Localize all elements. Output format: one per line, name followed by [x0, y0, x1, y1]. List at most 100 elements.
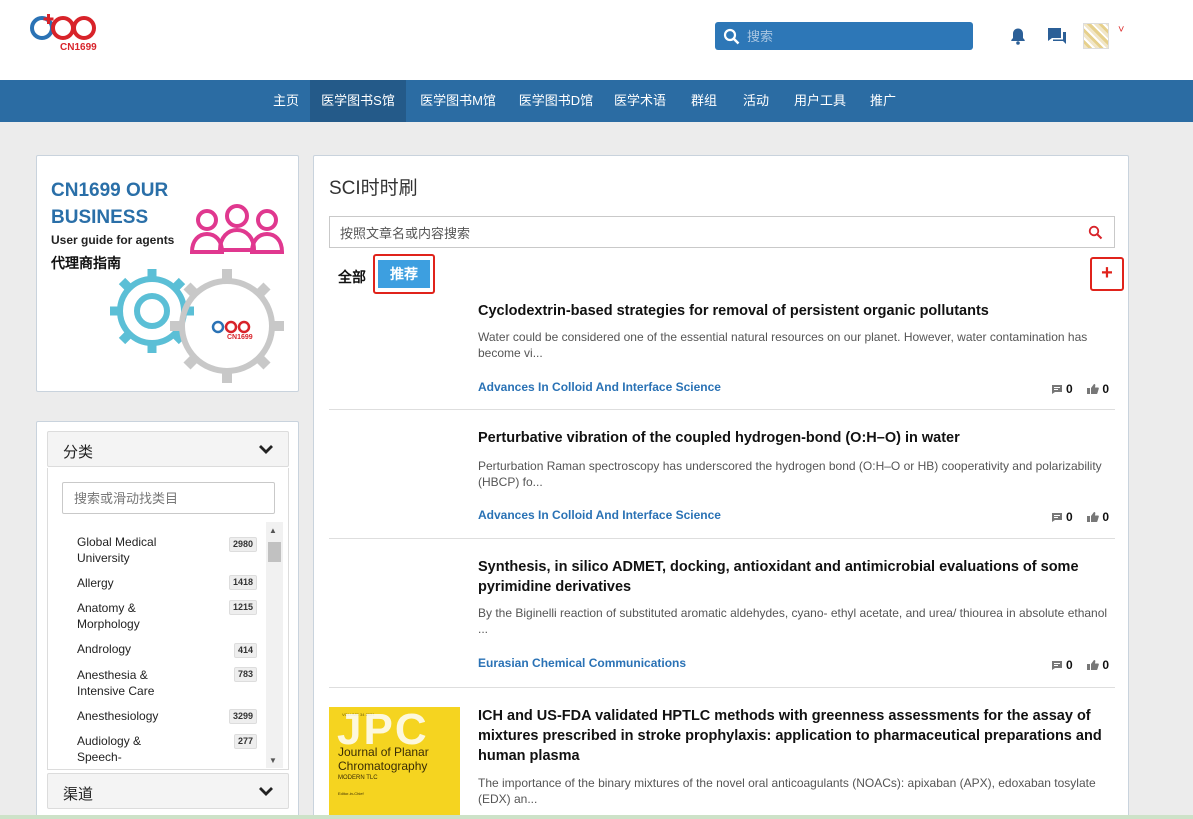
journal-cover-image[interactable]: VOLUME 34 2021 JPC Journal of Planar Chr…: [329, 707, 460, 819]
comment-count: 0: [1065, 658, 1073, 672]
article-title[interactable]: ICH and US-FDA validated HPTLC methods w…: [478, 706, 1114, 766]
category-item[interactable]: Anatomy & Morphology 1215: [77, 600, 257, 632]
comment-icon[interactable]: [1051, 512, 1063, 523]
category-panel: 分类 Global Medical University 2980 Allerg…: [36, 421, 299, 819]
page-bottom-edge: [0, 815, 1193, 819]
agent-guide-banner[interactable]: CN1699 OUR BUSINESS User guide for agent…: [36, 155, 299, 392]
article-title[interactable]: Perturbative vibration of the coupled hy…: [478, 428, 1114, 448]
search-icon[interactable]: [1088, 225, 1103, 240]
category-name: Audiology & Speech-: [77, 734, 142, 764]
article-item[interactable]: VOLUME 34 2021 JPC Journal of Planar Chr…: [329, 688, 1115, 819]
category-name: Anatomy & Morphology: [77, 601, 140, 631]
add-button[interactable]: +: [1092, 262, 1122, 285]
chat-icon[interactable]: [1047, 27, 1067, 45]
nav-promote[interactable]: 推广: [858, 80, 908, 122]
comment-icon[interactable]: [1051, 660, 1063, 671]
article-source[interactable]: Eurasian Chemical Communications: [478, 656, 686, 670]
article-source[interactable]: Advances In Colloid And Interface Scienc…: [478, 508, 721, 522]
article-item[interactable]: Synthesis, in silico ADMET, docking, ant…: [329, 539, 1115, 688]
category-body: Global Medical University 2980 Allergy 1…: [47, 468, 289, 770]
category-title: 分类: [63, 444, 94, 461]
channel-title: 渠道: [63, 786, 94, 803]
tab-recommend-highlight: 推荐: [373, 254, 435, 294]
category-scrollbar[interactable]: ▲ ▼: [266, 522, 283, 768]
like-count: 0: [1102, 382, 1109, 396]
article-item[interactable]: Perturbative vibration of the coupled hy…: [329, 410, 1115, 539]
top-bar: CN1699 ˅: [0, 0, 1193, 80]
article-item[interactable]: Cyclodextrin-based strategies for remova…: [329, 296, 1115, 410]
avatar[interactable]: [1083, 23, 1109, 49]
add-button-highlight: +: [1090, 257, 1124, 291]
nav-groups[interactable]: 群组: [680, 80, 728, 122]
article-source[interactable]: Advances In Colloid And Interface Scienc…: [478, 380, 721, 394]
banner-title-line1: CN1699 OUR: [51, 180, 169, 201]
article-title[interactable]: Cyclodextrin-based strategies for remova…: [478, 301, 1114, 321]
category-search-input[interactable]: [62, 482, 275, 514]
site-logo[interactable]: CN1699: [30, 12, 110, 58]
category-count-badge: 277: [233, 734, 257, 749]
chevron-down-icon[interactable]: [258, 785, 274, 797]
banner-logo-text: CN1699: [227, 334, 253, 341]
category-name: Allergy: [77, 576, 114, 590]
category-name: Anesthesiology: [77, 709, 159, 723]
nav-library-m[interactable]: 医学图书M馆: [410, 80, 506, 122]
category-name: Andrology: [77, 642, 132, 656]
nav-events[interactable]: 活动: [732, 80, 780, 122]
article-title[interactable]: Synthesis, in silico ADMET, docking, ant…: [478, 557, 1114, 597]
article-stats: 0 0: [1051, 382, 1109, 396]
category-name: Anesthesia & Intensive Care: [77, 668, 155, 698]
category-list[interactable]: Global Medical University 2980 Allergy 1…: [48, 522, 278, 768]
cover-title: Journal of Planar Chromatography: [338, 745, 429, 773]
category-item[interactable]: Andrology 414: [77, 641, 257, 658]
tab-all[interactable]: 全部: [338, 267, 366, 287]
chevron-down-icon[interactable]: ˅: [1118, 24, 1124, 36]
scroll-up-icon[interactable]: ▲: [269, 526, 277, 535]
banner-title-line2: BUSINESS: [51, 207, 149, 228]
scrollbar-thumb[interactable]: [268, 542, 281, 562]
category-count-badge: 2980: [228, 537, 257, 552]
thumbs-up-icon[interactable]: [1086, 383, 1099, 395]
search-icon[interactable]: [723, 28, 740, 45]
nav-medical-terms[interactable]: 医学术语: [604, 80, 676, 122]
global-search-input[interactable]: [747, 25, 967, 47]
scroll-down-icon[interactable]: ▼: [269, 756, 277, 765]
category-count-badge: 1215: [228, 600, 257, 615]
category-item[interactable]: Anesthesia & Intensive Care 783: [77, 667, 257, 699]
article-abstract: Perturbation Raman spectroscopy has unde…: [478, 459, 1102, 489]
thumbs-up-icon[interactable]: [1086, 659, 1099, 671]
nav-user-tools[interactable]: 用户工具: [784, 80, 856, 122]
logo-circles-icon: [30, 14, 96, 40]
category-item[interactable]: Anesthesiology 3299: [77, 708, 257, 724]
gears-icon: [110, 269, 284, 383]
chevron-down-icon[interactable]: [258, 443, 274, 455]
page-title: SCI时时刷: [329, 178, 418, 199]
category-item[interactable]: Audiology & Speech- 277: [77, 733, 257, 765]
category-item[interactable]: Global Medical University 2980: [77, 534, 257, 566]
comment-count: 0: [1065, 382, 1073, 396]
sci-feed-panel: SCI时时刷 全部 推荐 + Cyclodextrin-based strate…: [313, 155, 1129, 819]
channel-accordion-header[interactable]: 渠道: [47, 773, 289, 809]
global-search[interactable]: [715, 22, 973, 50]
nav-library-d[interactable]: 医学图书D馆: [508, 80, 604, 122]
thumbs-up-icon[interactable]: [1086, 511, 1099, 523]
article-search[interactable]: [329, 216, 1115, 248]
tab-recommend[interactable]: 推荐: [378, 260, 430, 288]
article-abstract: The importance of the binary mixtures of…: [478, 776, 1096, 806]
category-item[interactable]: Allergy 1418: [77, 575, 257, 591]
comment-icon[interactable]: [1051, 384, 1063, 395]
article-stats: 0 0: [1051, 510, 1109, 524]
logo-text: CN1699: [60, 42, 97, 53]
people-icon: [189, 204, 285, 254]
category-count-badge: 783: [233, 667, 257, 682]
nav-home[interactable]: 主页: [262, 80, 310, 122]
nav-library-s[interactable]: 医学图书S馆: [310, 80, 406, 122]
cover-subtitle: MODERN TLC: [338, 775, 378, 781]
article-abstract: Water could be considered one of the ess…: [478, 330, 1088, 360]
category-count-badge: 3299: [228, 709, 257, 724]
article-stats: 0 0: [1051, 658, 1109, 672]
category-count-badge: 1418: [228, 575, 257, 590]
bell-icon[interactable]: [1009, 27, 1027, 45]
category-name: Global Medical University: [77, 535, 157, 565]
category-accordion-header[interactable]: 分类: [47, 431, 289, 467]
article-search-input[interactable]: [340, 222, 1080, 244]
